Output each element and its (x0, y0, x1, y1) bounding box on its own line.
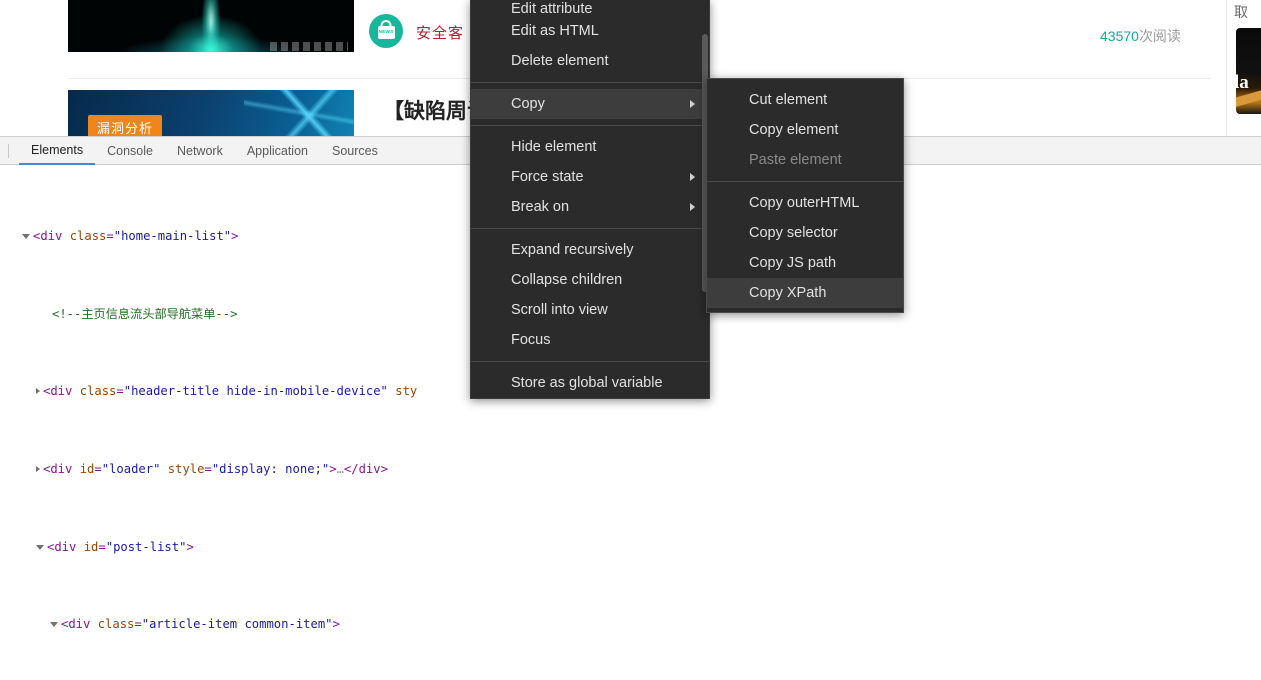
menu-item-focus[interactable]: Focus (471, 325, 709, 355)
menu-separator (471, 82, 709, 83)
menu-item-delete-element[interactable]: Delete element (471, 46, 709, 76)
menu-item-scroll-into-view[interactable]: Scroll into view (471, 295, 709, 325)
menu-separator (471, 361, 709, 362)
sidebar-title: 取 (1234, 4, 1248, 20)
menu-item-break-on-label: Break on (511, 199, 570, 215)
tab-console[interactable]: Console (95, 137, 165, 165)
read-count: 43570次阅读 (1100, 26, 1181, 46)
menu-item-store-as-global-variable[interactable]: Store as global variable (471, 368, 709, 398)
chevron-right-icon (690, 173, 695, 181)
menu-item-force-state-label: Force state (511, 169, 584, 185)
menu-item-expand-recursively[interactable]: Expand recursively (471, 235, 709, 265)
dom-node-article-item[interactable]: <div class="article-item common-item"> (0, 615, 1261, 634)
read-count-number: 43570 (1100, 28, 1139, 44)
site-logo-icon: NEWS (369, 14, 403, 48)
submenu-item-copy-js-path[interactable]: Copy JS path (707, 248, 903, 278)
dom-node-post-list[interactable]: <div id="post-list"> (0, 538, 1261, 557)
menu-item-break-on[interactable]: Break on (471, 192, 709, 222)
tabbar-divider (8, 143, 9, 158)
tab-elements[interactable]: Elements (19, 137, 96, 165)
submenu-item-copy-selector[interactable]: Copy selector (707, 218, 903, 248)
chevron-right-icon (690, 100, 695, 108)
article2-thumbnail-image: 漏洞分析 (68, 90, 354, 136)
tab-sources[interactable]: Sources (320, 137, 390, 165)
expand-arrow-icon[interactable] (22, 234, 30, 240)
article-thumbnail-image (68, 0, 354, 52)
menu-item-hide-element[interactable]: Hide element (471, 132, 709, 162)
menu-item-copy[interactable]: Copy (471, 89, 709, 119)
page-right-sidebar: 取 la (1226, 0, 1261, 136)
submenu-separator (707, 181, 903, 182)
menu-separator (471, 228, 709, 229)
tab-application[interactable]: Application (235, 137, 320, 165)
menu-separator (471, 125, 709, 126)
expand-arrow-icon[interactable] (36, 544, 44, 550)
sidebar-thumb-text: la (1236, 72, 1249, 93)
page-left-gutter (0, 0, 66, 136)
read-count-suffix: 次阅读 (1138, 28, 1181, 44)
menu-item-collapse-children[interactable]: Collapse children (471, 265, 709, 295)
menu-item-force-state[interactable]: Force state (471, 162, 709, 192)
logo-text: NEWS (378, 29, 394, 34)
expand-arrow-icon[interactable] (36, 465, 40, 472)
context-submenu-copy[interactable]: Cut element Copy element Paste element C… (706, 78, 904, 313)
submenu-item-paste-element: Paste element (749, 152, 842, 168)
submenu-item-copy-xpath[interactable]: Copy XPath (707, 278, 903, 308)
submenu-item-cut-element[interactable]: Cut element (707, 85, 903, 115)
sidebar-thumbnail[interactable]: la (1236, 28, 1261, 114)
screen: NEWS 安全客 43570次阅读 漏洞分析 【缺陷周讧 取 la Elemen… (0, 0, 1261, 680)
menu-item-copy-label: Copy (511, 96, 545, 112)
submenu-item-copy-element[interactable]: Copy element (707, 115, 903, 145)
expand-arrow-icon[interactable] (36, 387, 40, 394)
menu-item-edit-attribute[interactable]: Edit attribute (471, 2, 709, 16)
tab-network[interactable]: Network (165, 137, 235, 165)
article2-tag-badge: 漏洞分析 (88, 115, 163, 136)
submenu-item-copy-outerhtml[interactable]: Copy outerHTML (707, 188, 903, 218)
chevron-right-icon (690, 203, 695, 211)
context-menu[interactable]: Edit attribute Edit as HTML Delete eleme… (470, 0, 710, 399)
dom-node-loader[interactable]: <div id="loader" style="display: none;">… (0, 460, 1261, 479)
site-name: 安全客 (416, 25, 465, 42)
expand-arrow-icon[interactable] (50, 622, 58, 628)
menu-item-edit-as-html[interactable]: Edit as HTML (471, 16, 709, 46)
